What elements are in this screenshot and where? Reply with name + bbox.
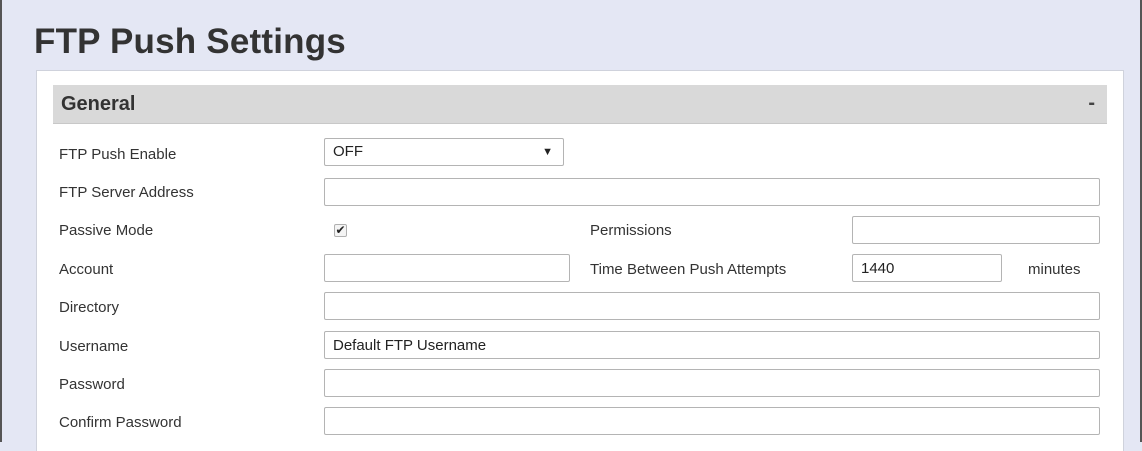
passive-mode-checkbox[interactable]: ✔ xyxy=(334,224,347,237)
page-title: FTP Push Settings xyxy=(34,22,346,61)
window-border-left xyxy=(0,0,2,442)
confirm-password-input[interactable] xyxy=(324,407,1100,435)
password-input[interactable] xyxy=(324,369,1100,397)
directory-input[interactable] xyxy=(324,292,1100,320)
time-between-push-label: Time Between Push Attempts xyxy=(590,261,787,278)
username-input[interactable] xyxy=(324,331,1100,359)
permissions-input[interactable] xyxy=(852,216,1100,244)
caret-down-icon: ▼ xyxy=(542,146,553,158)
ftp-push-enable-label: FTP Push Enable xyxy=(59,146,177,163)
settings-panel: General - FTP Push Enable OFF ▼ FTP Serv… xyxy=(36,70,1124,451)
ftp-push-enable-select[interactable]: OFF ▼ xyxy=(324,138,564,166)
minutes-unit-label: minutes xyxy=(1028,261,1081,278)
directory-label: Directory xyxy=(59,299,120,316)
account-label: Account xyxy=(59,261,114,278)
confirm-password-label: Confirm Password xyxy=(59,414,182,431)
section-title: General xyxy=(61,93,136,115)
permissions-label: Permissions xyxy=(590,222,672,239)
password-label: Password xyxy=(59,376,125,393)
ftp-server-address-label: FTP Server Address xyxy=(59,184,194,201)
ftp-server-address-input[interactable] xyxy=(324,178,1100,206)
account-input[interactable] xyxy=(324,254,570,282)
username-label: Username xyxy=(59,338,129,355)
checkmark-icon: ✔ xyxy=(335,223,346,237)
section-header-general[interactable]: General - xyxy=(53,85,1107,124)
ftp-push-enable-value: OFF xyxy=(333,143,363,160)
time-between-push-input[interactable] xyxy=(852,254,1002,282)
collapse-toggle-button[interactable]: - xyxy=(1088,92,1095,115)
passive-mode-label: Passive Mode xyxy=(59,222,154,239)
